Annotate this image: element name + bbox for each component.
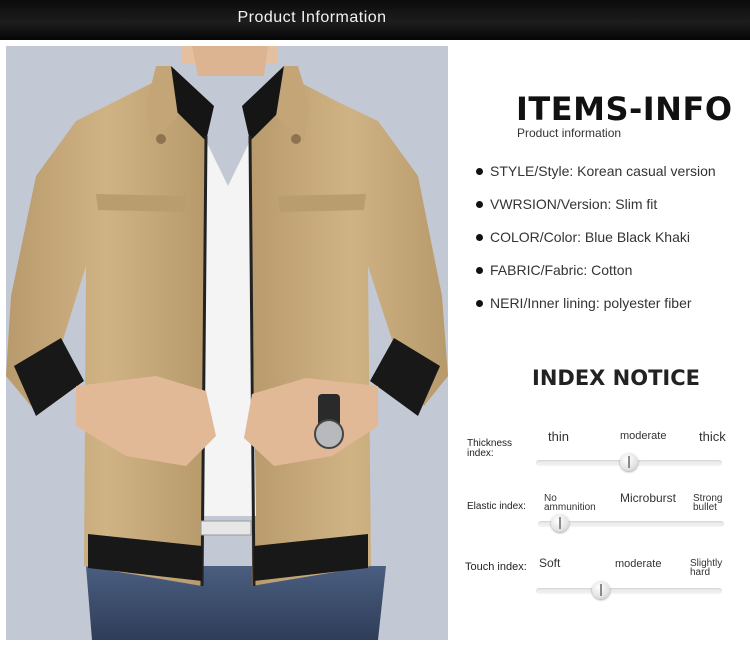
items-info-subtitle: Product information [517, 126, 622, 140]
index-label-line: index: [467, 448, 494, 459]
thickness-right-label: thick [699, 429, 726, 444]
product-photo [6, 46, 448, 640]
bullet-dot-icon [476, 234, 483, 241]
touch-right-label: Slightly hard [690, 559, 722, 578]
elastic-mid-label: Microburst [620, 491, 677, 505]
spec-list: STYLE/Style: Korean casual version VWRSI… [476, 160, 716, 325]
touch-mid-label: moderate [615, 558, 662, 570]
index-notice-title: INDEX NOTICE [532, 366, 700, 390]
spec-item: NERI/Inner lining: polyester fiber [476, 292, 716, 325]
spec-text: VWRSION/Version: Slim fit [490, 196, 658, 212]
spec-text: COLOR/Color: Blue Black Khaki [490, 229, 690, 245]
touch-index-slider[interactable] [536, 581, 722, 599]
spec-item: COLOR/Color: Blue Black Khaki [476, 226, 716, 259]
touch-index-label: Touch index: [465, 561, 527, 573]
header-bar: Product Information [0, 0, 750, 40]
spec-item: VWRSION/Version: Slim fit [476, 193, 716, 226]
index-label-line: Touch index: [465, 561, 527, 573]
spec-item: STYLE/Style: Korean casual version [476, 160, 716, 193]
items-info-title: ITEMS-INFO [516, 90, 733, 128]
thickness-index-slider[interactable] [536, 453, 722, 471]
spec-text: STYLE/Style: Korean casual version [490, 163, 716, 179]
elastic-left-label: No ammunition [544, 494, 596, 513]
jacket-model-illustration [6, 46, 448, 640]
thickness-left-label: thin [548, 429, 569, 444]
slider-knob-icon[interactable] [592, 581, 611, 599]
header-title: Product Information [237, 9, 387, 26]
spec-text: NERI/Inner lining: polyester fiber [490, 295, 692, 311]
spec-text: FABRIC/Fabric: Cotton [490, 262, 633, 278]
bullet-dot-icon [476, 201, 483, 208]
bullet-dot-icon [476, 168, 483, 175]
spec-item: FABRIC/Fabric: Cotton [476, 259, 716, 292]
thickness-mid-label: moderate [620, 430, 667, 442]
thickness-index-label: Thickness index: [467, 439, 512, 459]
elastic-index-slider[interactable] [538, 514, 724, 532]
scale-line: bullet [693, 502, 717, 513]
elastic-index-label: Elastic index: [467, 502, 526, 512]
slider-knob-icon[interactable] [551, 514, 570, 532]
elastic-right-label: Strong bullet [693, 494, 722, 513]
slider-knob-icon[interactable] [620, 453, 638, 471]
scale-line: ammunition [544, 502, 596, 513]
index-label-line: Elastic index: [467, 501, 526, 512]
scale-line: hard [690, 567, 711, 578]
bullet-dot-icon [476, 300, 483, 307]
touch-left-label: Soft [539, 556, 561, 570]
bullet-dot-icon [476, 267, 483, 274]
